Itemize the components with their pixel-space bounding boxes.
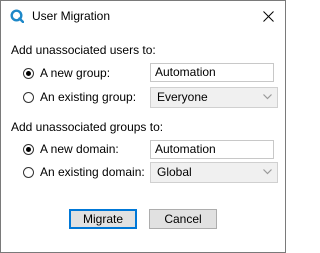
existing-group-radio[interactable] [23,91,34,103]
migrate-button[interactable]: Migrate [69,209,137,229]
new-group-label: A new group: [40,66,111,80]
title-bar: User Migration [1,1,285,31]
new-group-name-input[interactable]: Automation [150,63,274,82]
existing-domain-radio[interactable] [23,166,34,178]
existing-group-label: An existing group: [40,90,137,104]
window-title: User Migration [32,9,111,23]
existing-domain-select[interactable]: Global [150,162,278,183]
existing-domain-radio-option[interactable]: An existing domain: [23,163,145,181]
existing-group-radio-option[interactable]: An existing group: [23,88,136,106]
user-migration-dialog: User Migration Add unassociated users to… [0,0,286,253]
new-domain-name-input[interactable]: Automation [150,140,274,159]
new-group-radio[interactable] [23,67,34,79]
groups-section-label: Add unassociated groups to: [11,120,164,134]
cancel-button[interactable]: Cancel [149,209,217,229]
qlik-app-icon [10,9,25,24]
close-icon [262,10,274,22]
users-section-label: Add unassociated users to: [11,43,156,57]
chevron-down-icon [263,169,272,175]
existing-domain-selected-value: Global [157,165,192,179]
close-button[interactable] [255,4,281,28]
new-domain-radio-option[interactable]: A new domain: [23,140,119,158]
new-domain-label: A new domain: [40,142,119,156]
existing-group-select[interactable]: Everyone [150,87,278,108]
new-group-radio-option[interactable]: A new group: [23,64,110,82]
existing-group-selected-value: Everyone [157,90,208,104]
new-domain-radio[interactable] [23,143,34,155]
chevron-down-icon [263,94,272,100]
existing-domain-label: An existing domain: [40,165,145,179]
